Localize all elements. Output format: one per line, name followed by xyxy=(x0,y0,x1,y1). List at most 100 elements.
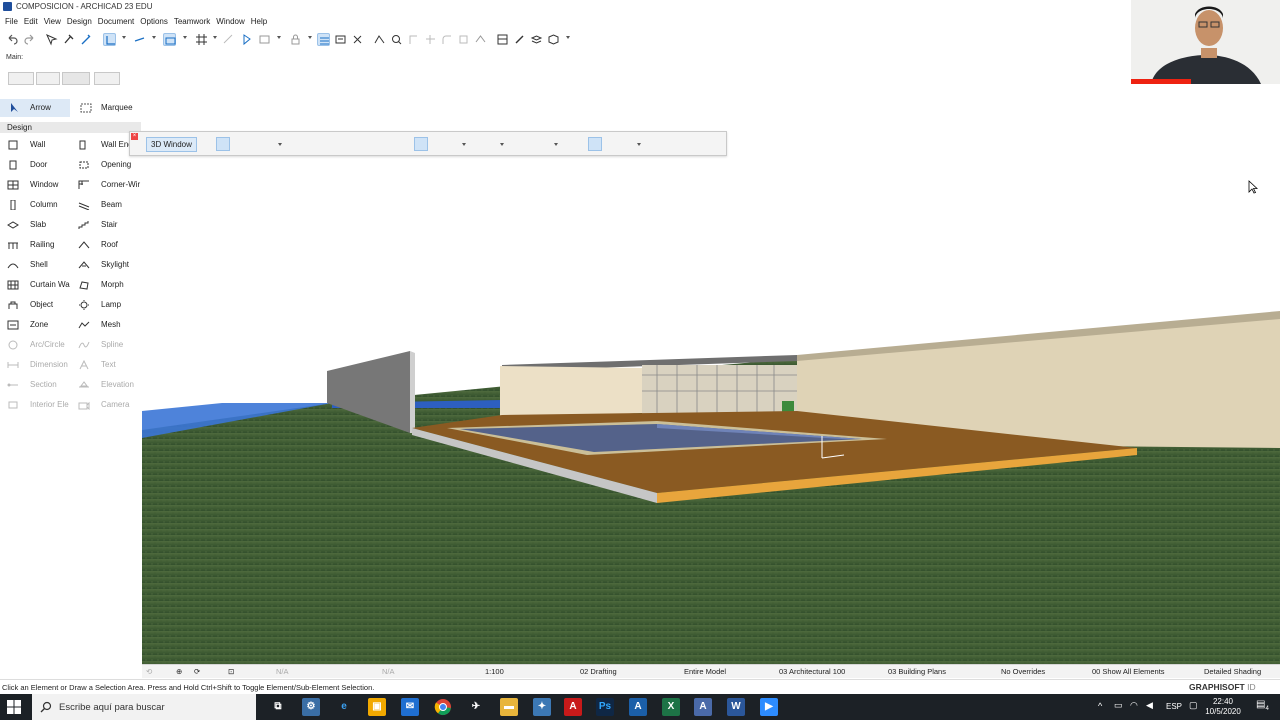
tool-lamp[interactable]: Lamp xyxy=(78,296,141,314)
filter-icon[interactable] xyxy=(588,137,602,151)
explode-icon[interactable] xyxy=(351,33,364,46)
ruler-icon[interactable] xyxy=(222,33,235,46)
chevron-down-icon[interactable] xyxy=(500,143,504,146)
orbit-icon[interactable]: ⟳ xyxy=(194,667,200,676)
perspective-icon[interactable] xyxy=(216,137,230,151)
app-icon[interactable]: ✦ xyxy=(533,698,551,716)
chevron-down-icon[interactable] xyxy=(183,36,187,39)
tool-arc-circle[interactable]: Arc/Circle xyxy=(7,336,77,354)
tool-skylight[interactable]: Skylight xyxy=(78,256,141,274)
network-icon[interactable]: ▭ xyxy=(1114,700,1123,711)
grid-icon[interactable] xyxy=(195,33,208,46)
store-icon[interactable]: ▣ xyxy=(368,698,386,716)
menu-options[interactable]: Options xyxy=(140,15,168,28)
navigation-icon[interactable] xyxy=(256,137,270,151)
pencil-icon[interactable] xyxy=(513,33,526,46)
chevron-down-icon[interactable] xyxy=(462,143,466,146)
zoom-in-icon[interactable] xyxy=(355,137,369,151)
trim-icon[interactable] xyxy=(373,33,386,46)
mvo-select[interactable]: 03 Building Plans xyxy=(888,667,946,676)
clock[interactable]: 22:40 10/5/2020 xyxy=(1203,697,1243,717)
volume-icon[interactable]: ◀ xyxy=(1146,700,1153,711)
tool-camera[interactable]: Camera xyxy=(78,396,141,414)
model-view-select[interactable]: Entire Model xyxy=(684,667,726,676)
language-indicator[interactable]: ESP xyxy=(1166,702,1182,711)
walk-icon[interactable] xyxy=(292,137,306,151)
photoshop-icon[interactable]: Ps xyxy=(596,698,614,716)
chevron-down-icon[interactable] xyxy=(277,36,281,39)
chevron-up-icon[interactable]: ^ xyxy=(1098,701,1102,711)
split-icon[interactable] xyxy=(407,33,420,46)
group-icon[interactable] xyxy=(334,33,347,46)
cutaway-icon[interactable] xyxy=(414,137,428,151)
chevron-down-icon[interactable] xyxy=(122,36,126,39)
shading-select[interactable]: Detailed Shading xyxy=(1204,667,1261,676)
orbit-icon[interactable] xyxy=(311,137,325,151)
tool-railing[interactable]: Railing xyxy=(7,236,77,254)
archicad-taskbar-icon[interactable]: A xyxy=(629,698,647,716)
home-icon[interactable] xyxy=(665,137,679,151)
tool-object[interactable]: Object xyxy=(7,296,77,314)
tool-slab[interactable]: Slab xyxy=(7,216,77,234)
tool-column[interactable]: Column xyxy=(7,196,77,214)
chevron-down-icon[interactable] xyxy=(213,36,217,39)
tool-corner-window[interactable]: Corner-Wir xyxy=(78,176,141,194)
notification-icon[interactable]: ▤4 xyxy=(1256,699,1269,712)
guide-lines-icon[interactable] xyxy=(163,33,176,46)
gravity-icon[interactable] xyxy=(103,33,116,46)
camera-icon[interactable] xyxy=(615,137,629,151)
arrow-select-icon[interactable] xyxy=(94,72,120,85)
menu-file[interactable]: File xyxy=(5,15,18,28)
explore-icon[interactable] xyxy=(394,137,408,151)
undo-icon[interactable] xyxy=(6,33,19,46)
task-view-icon[interactable]: ⧉ xyxy=(269,698,287,716)
chevron-down-icon[interactable] xyxy=(554,143,558,146)
tool-beam[interactable]: Beam xyxy=(78,196,141,214)
menu-view[interactable]: View xyxy=(44,15,61,28)
styles-icon[interactable] xyxy=(531,137,545,151)
3d-view-icon[interactable] xyxy=(547,33,560,46)
tool-text[interactable]: Text xyxy=(78,356,141,374)
close-icon[interactable]: × xyxy=(131,133,138,140)
tool-section[interactable]: Section xyxy=(7,376,77,394)
mail-icon[interactable]: ✉ xyxy=(401,698,419,716)
scale-value[interactable]: 1:100 xyxy=(485,667,504,676)
chevron-down-icon[interactable] xyxy=(308,36,312,39)
shading-icon[interactable] xyxy=(510,137,524,151)
wifi-icon[interactable]: ◠ xyxy=(1130,700,1138,711)
rotate-icon[interactable] xyxy=(62,72,90,85)
fit-in-window-icon[interactable]: ⊡ xyxy=(228,667,234,676)
graphisoft-id-brand[interactable]: GRAPHISOFT ID xyxy=(1189,682,1256,692)
tool-zone[interactable]: Zone xyxy=(7,316,77,334)
roof-trim-icon[interactable] xyxy=(474,33,487,46)
fillet-icon[interactable] xyxy=(440,33,453,46)
tool-marquee[interactable]: Marquee xyxy=(78,99,140,117)
fit-icon[interactable] xyxy=(335,137,349,151)
zoom-tool-icon[interactable] xyxy=(390,33,403,46)
chrome-icon[interactable] xyxy=(434,698,452,716)
tool-arrow[interactable]: Arrow xyxy=(0,99,70,117)
intersect-icon[interactable] xyxy=(457,33,470,46)
tool-door[interactable]: Door xyxy=(7,156,77,174)
menu-document[interactable]: Document xyxy=(98,15,134,28)
tool-curtain-wall[interactable]: Curtain Wa xyxy=(7,276,77,294)
render-icon[interactable] xyxy=(645,137,659,151)
chevron-down-icon[interactable] xyxy=(637,143,641,146)
axonometry-icon[interactable] xyxy=(234,137,248,151)
snap-icon[interactable] xyxy=(133,33,146,46)
app-icon[interactable]: ✈ xyxy=(467,698,485,716)
tool-opening[interactable]: Opening xyxy=(78,156,141,174)
tool-morph[interactable]: Morph xyxy=(78,276,141,294)
menu-edit[interactable]: Edit xyxy=(24,15,38,28)
lock-icon[interactable] xyxy=(289,33,302,46)
pick-up-icon[interactable] xyxy=(62,33,75,46)
sun-icon[interactable] xyxy=(568,137,582,151)
zoom-app-icon[interactable]: ▶ xyxy=(760,698,778,716)
app-icon[interactable]: ⚙ xyxy=(302,698,320,716)
toolbox-section-design[interactable]: Design xyxy=(0,122,141,133)
adjust-icon[interactable] xyxy=(424,33,437,46)
graphic-overrides-select[interactable]: No Overrides xyxy=(1001,667,1045,676)
3d-viewport[interactable] xyxy=(142,103,1280,664)
undo-zoom-icon[interactable]: ⟲ xyxy=(146,667,152,676)
chat-icon[interactable]: ▢ xyxy=(1189,700,1198,711)
